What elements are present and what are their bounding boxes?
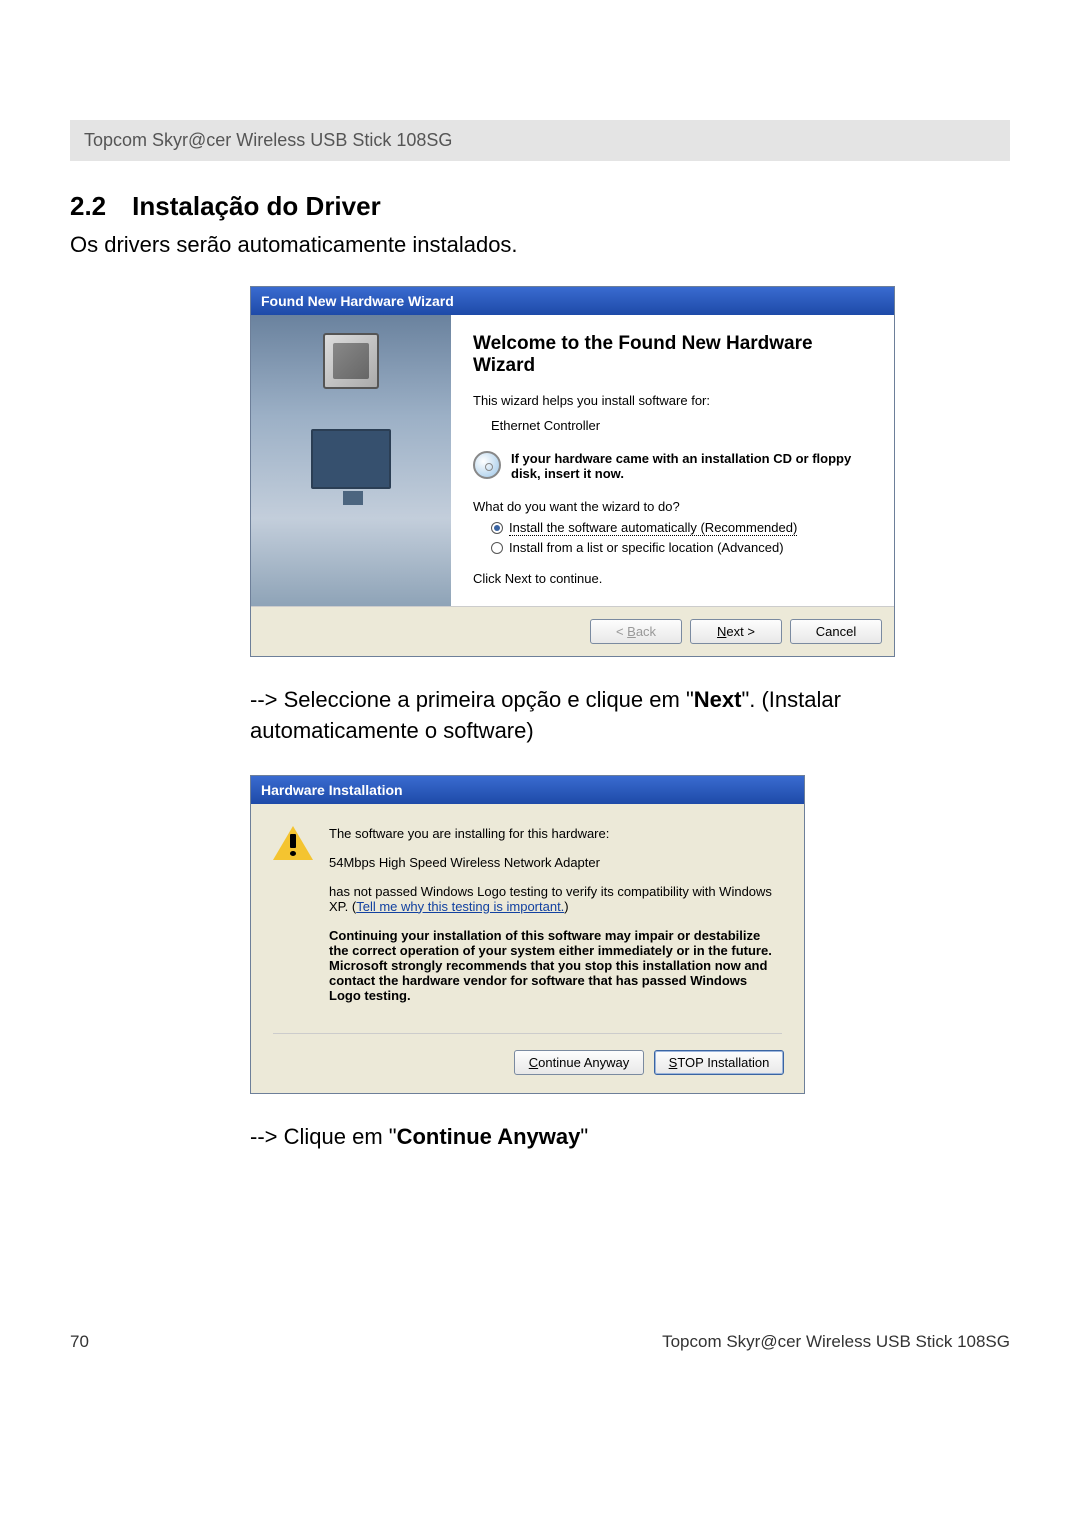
hi-tell-me-why-link[interactable]: Tell me why this testing is important. [356, 899, 564, 914]
wizard-cd-text: If your hardware came with an installati… [511, 451, 872, 481]
document-header: Topcom Skyr@cer Wireless USB Stick 108SG [70, 120, 1010, 161]
wizard-help-line: This wizard helps you install software f… [473, 393, 872, 408]
back-button: < Back [590, 619, 682, 644]
hi-titlebar: Hardware Installation [251, 776, 804, 804]
section-number: 2.2 [70, 191, 106, 221]
wizard-heading: Welcome to the Found New Hardware Wizard [473, 333, 872, 377]
hardware-installation-dialog: Hardware Installation The software you a… [250, 775, 805, 1094]
radio-auto-install-label: Install the software automatically (Reco… [509, 520, 797, 536]
dialog-titlebar: Found New Hardware Wizard [251, 287, 894, 315]
wizard-question: What do you want the wizard to do? [473, 499, 872, 514]
intro-text: Os drivers serão automaticamente instala… [70, 232, 1010, 258]
section-title: Instalação do Driver [132, 191, 381, 221]
cd-icon [473, 451, 501, 479]
cancel-button[interactable]: Cancel [790, 619, 882, 644]
radio-auto-install[interactable] [491, 522, 503, 534]
wizard-click-next: Click Next to continue. [473, 571, 872, 586]
radio-specific-location-label: Install from a list or specific location… [509, 540, 784, 555]
found-new-hardware-dialog: Found New Hardware Wizard Welcome to the… [250, 286, 895, 657]
warning-icon [273, 826, 313, 862]
footer-product: Topcom Skyr@cer Wireless USB Stick 108SG [662, 1332, 1010, 1352]
hi-line3: has not passed Windows Logo testing to v… [329, 884, 782, 914]
next-button[interactable]: Next > [690, 619, 782, 644]
radio-specific-location[interactable] [491, 542, 503, 554]
instruction-select-next: --> Seleccione a primeira opção e clique… [250, 685, 1010, 747]
instruction-continue-anyway: --> Clique em "Continue Anyway" [250, 1122, 1010, 1153]
monitor-icon [311, 429, 391, 489]
hi-warning-bold: Continuing your installation of this sof… [329, 928, 782, 1003]
wizard-side-graphic [251, 315, 451, 606]
hi-line1: The software you are installing for this… [329, 826, 782, 841]
device-icon [323, 333, 379, 389]
continue-anyway-button[interactable]: Continue Anyway [514, 1050, 644, 1075]
hi-line2: 54Mbps High Speed Wireless Network Adapt… [329, 855, 782, 870]
page-number: 70 [70, 1332, 89, 1352]
section-heading: 2.2 Instalação do Driver [70, 191, 1010, 222]
wizard-device-name: Ethernet Controller [491, 418, 872, 433]
stop-installation-button[interactable]: STOP Installation [654, 1050, 784, 1075]
